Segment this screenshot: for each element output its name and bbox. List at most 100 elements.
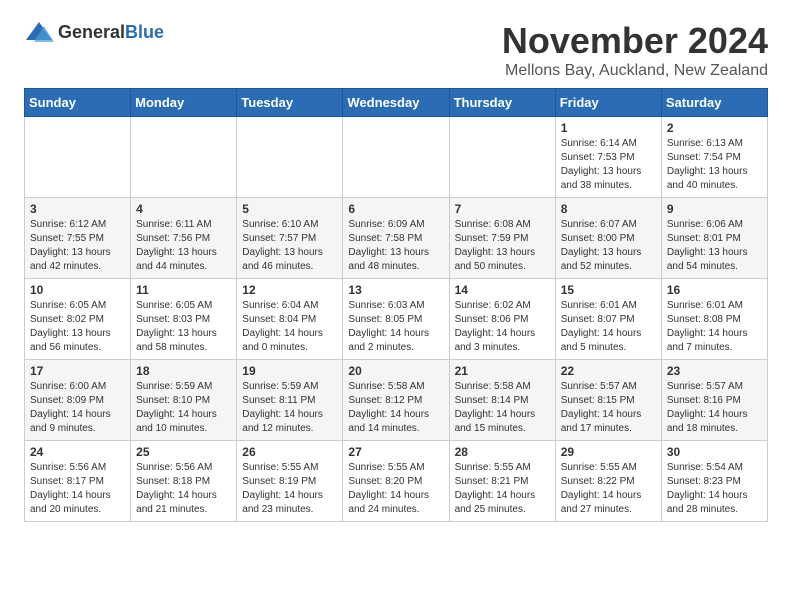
calendar-cell: 28 Sunrise: 5:55 AM Sunset: 8:21 PM Dayli… (449, 441, 555, 522)
calendar-cell: 11 Sunrise: 6:05 AM Sunset: 8:03 PM Dayli… (131, 279, 237, 360)
calendar-cell: 20 Sunrise: 5:58 AM Sunset: 8:12 PM Dayli… (343, 360, 449, 441)
cell-info: Sunrise: 6:11 AM Sunset: 7:56 PM Dayligh… (136, 218, 231, 274)
day-number: 5 (242, 202, 337, 216)
header-tuesday: Tuesday (237, 89, 343, 117)
calendar-cell: 30Sunrise: 5:54 AM Sunset: 8:23 PM Dayli… (661, 441, 767, 522)
calendar-cell (343, 117, 449, 198)
calendar-cell (237, 117, 343, 198)
day-number: 11 (136, 283, 231, 297)
day-number: 27 (348, 445, 443, 459)
day-number: 3 (30, 202, 125, 216)
calendar-cell: 3Sunrise: 6:12 AM Sunset: 7:55 PM Daylig… (25, 198, 131, 279)
header-saturday: Saturday (661, 89, 767, 117)
calendar-cell: 16Sunrise: 6:01 AM Sunset: 8:08 PM Dayli… (661, 279, 767, 360)
cell-info: Sunrise: 6:07 AM Sunset: 8:00 PM Dayligh… (561, 218, 656, 274)
calendar-cell: 12 Sunrise: 6:04 AM Sunset: 8:04 PM Dayli… (237, 279, 343, 360)
calendar-cell: 6 Sunrise: 6:09 AM Sunset: 7:58 PM Daylig… (343, 198, 449, 279)
calendar-week-4: 17Sunrise: 6:00 AM Sunset: 8:09 PM Dayli… (25, 360, 768, 441)
calendar-cell: 2 Sunrise: 6:13 AM Sunset: 7:54 PM Daylig… (661, 117, 767, 198)
cell-info: Sunrise: 6:05 AM Sunset: 8:03 PM Dayligh… (136, 299, 231, 355)
logo-text-blue: Blue (125, 22, 164, 42)
day-number: 4 (136, 202, 231, 216)
header-sunday: Sunday (25, 89, 131, 117)
calendar-week-3: 10Sunrise: 6:05 AM Sunset: 8:02 PM Dayli… (25, 279, 768, 360)
cell-info: Sunrise: 6:05 AM Sunset: 8:02 PM Dayligh… (30, 299, 125, 355)
calendar-cell: 18 Sunrise: 5:59 AM Sunset: 8:10 PM Dayli… (131, 360, 237, 441)
logo: GeneralBlue (24, 20, 164, 44)
day-number: 9 (667, 202, 762, 216)
cell-info: Sunrise: 6:13 AM Sunset: 7:54 PM Dayligh… (667, 137, 762, 193)
day-number: 21 (455, 364, 550, 378)
header-monday: Monday (131, 89, 237, 117)
calendar-cell: 23 Sunrise: 5:57 AM Sunset: 8:16 PM Dayli… (661, 360, 767, 441)
title-section: November 2024 Mellons Bay, Auckland, New… (502, 20, 768, 80)
day-number: 19 (242, 364, 337, 378)
cell-info: Sunrise: 5:55 AM Sunset: 8:20 PM Dayligh… (348, 461, 443, 517)
day-number: 28 (455, 445, 550, 459)
cell-info: Sunrise: 5:59 AM Sunset: 8:10 PM Dayligh… (136, 380, 231, 436)
calendar-cell: 19 Sunrise: 5:59 AM Sunset: 8:11 PM Dayli… (237, 360, 343, 441)
calendar-cell: 13Sunrise: 6:03 AM Sunset: 8:05 PM Dayli… (343, 279, 449, 360)
calendar-cell: 7 Sunrise: 6:08 AM Sunset: 7:59 PM Daylig… (449, 198, 555, 279)
calendar-cell (131, 117, 237, 198)
calendar-cell: 8 Sunrise: 6:07 AM Sunset: 8:00 PM Daylig… (555, 198, 661, 279)
day-number: 25 (136, 445, 231, 459)
page-header: GeneralBlue November 2024 Mellons Bay, A… (24, 20, 768, 80)
cell-info: Sunrise: 6:10 AM Sunset: 7:57 PM Dayligh… (242, 218, 337, 274)
cell-info: Sunrise: 5:56 AM Sunset: 8:17 PM Dayligh… (30, 461, 125, 517)
day-number: 8 (561, 202, 656, 216)
calendar-header-row: SundayMondayTuesdayWednesdayThursdayFrid… (25, 89, 768, 117)
calendar-cell: 21 Sunrise: 5:58 AM Sunset: 8:14 PM Dayli… (449, 360, 555, 441)
day-number: 23 (667, 364, 762, 378)
calendar-cell (25, 117, 131, 198)
calendar-cell: 17Sunrise: 6:00 AM Sunset: 8:09 PM Dayli… (25, 360, 131, 441)
location-title: Mellons Bay, Auckland, New Zealand (502, 62, 768, 80)
month-title: November 2024 (502, 20, 768, 62)
header-friday: Friday (555, 89, 661, 117)
cell-info: Sunrise: 5:56 AM Sunset: 8:18 PM Dayligh… (136, 461, 231, 517)
cell-info: Sunrise: 6:02 AM Sunset: 8:06 PM Dayligh… (455, 299, 550, 355)
cell-info: Sunrise: 6:09 AM Sunset: 7:58 PM Dayligh… (348, 218, 443, 274)
cell-info: Sunrise: 5:58 AM Sunset: 8:12 PM Dayligh… (348, 380, 443, 436)
calendar-cell: 27 Sunrise: 5:55 AM Sunset: 8:20 PM Dayli… (343, 441, 449, 522)
cell-info: Sunrise: 5:57 AM Sunset: 8:16 PM Dayligh… (667, 380, 762, 436)
day-number: 20 (348, 364, 443, 378)
day-number: 17 (30, 364, 125, 378)
cell-info: Sunrise: 5:54 AM Sunset: 8:23 PM Dayligh… (667, 461, 762, 517)
day-number: 14 (455, 283, 550, 297)
cell-info: Sunrise: 6:06 AM Sunset: 8:01 PM Dayligh… (667, 218, 762, 274)
calendar-cell: 26 Sunrise: 5:55 AM Sunset: 8:19 PM Dayli… (237, 441, 343, 522)
calendar-cell: 15 Sunrise: 6:01 AM Sunset: 8:07 PM Dayli… (555, 279, 661, 360)
cell-info: Sunrise: 6:01 AM Sunset: 8:07 PM Dayligh… (561, 299, 656, 355)
calendar-cell: 14 Sunrise: 6:02 AM Sunset: 8:06 PM Dayli… (449, 279, 555, 360)
calendar-cell: 1Sunrise: 6:14 AM Sunset: 7:53 PM Daylig… (555, 117, 661, 198)
day-number: 7 (455, 202, 550, 216)
calendar-cell (449, 117, 555, 198)
cell-info: Sunrise: 5:55 AM Sunset: 8:22 PM Dayligh… (561, 461, 656, 517)
calendar-cell: 5 Sunrise: 6:10 AM Sunset: 7:57 PM Daylig… (237, 198, 343, 279)
calendar-cell: 10Sunrise: 6:05 AM Sunset: 8:02 PM Dayli… (25, 279, 131, 360)
cell-info: Sunrise: 5:55 AM Sunset: 8:19 PM Dayligh… (242, 461, 337, 517)
day-number: 22 (561, 364, 656, 378)
calendar-table: SundayMondayTuesdayWednesdayThursdayFrid… (24, 88, 768, 522)
cell-info: Sunrise: 5:59 AM Sunset: 8:11 PM Dayligh… (242, 380, 337, 436)
calendar-cell: 9 Sunrise: 6:06 AM Sunset: 8:01 PM Daylig… (661, 198, 767, 279)
calendar-week-1: 1Sunrise: 6:14 AM Sunset: 7:53 PM Daylig… (25, 117, 768, 198)
calendar-cell: 22 Sunrise: 5:57 AM Sunset: 8:15 PM Dayli… (555, 360, 661, 441)
day-number: 18 (136, 364, 231, 378)
cell-info: Sunrise: 6:03 AM Sunset: 8:05 PM Dayligh… (348, 299, 443, 355)
day-number: 12 (242, 283, 337, 297)
cell-info: Sunrise: 5:57 AM Sunset: 8:15 PM Dayligh… (561, 380, 656, 436)
cell-info: Sunrise: 6:01 AM Sunset: 8:08 PM Dayligh… (667, 299, 762, 355)
cell-info: Sunrise: 6:04 AM Sunset: 8:04 PM Dayligh… (242, 299, 337, 355)
day-number: 6 (348, 202, 443, 216)
day-number: 2 (667, 121, 762, 135)
day-number: 26 (242, 445, 337, 459)
cell-info: Sunrise: 5:55 AM Sunset: 8:21 PM Dayligh… (455, 461, 550, 517)
logo-icon (24, 20, 54, 44)
cell-info: Sunrise: 5:58 AM Sunset: 8:14 PM Dayligh… (455, 380, 550, 436)
cell-info: Sunrise: 6:08 AM Sunset: 7:59 PM Dayligh… (455, 218, 550, 274)
day-number: 24 (30, 445, 125, 459)
calendar-cell: 4 Sunrise: 6:11 AM Sunset: 7:56 PM Daylig… (131, 198, 237, 279)
day-number: 15 (561, 283, 656, 297)
